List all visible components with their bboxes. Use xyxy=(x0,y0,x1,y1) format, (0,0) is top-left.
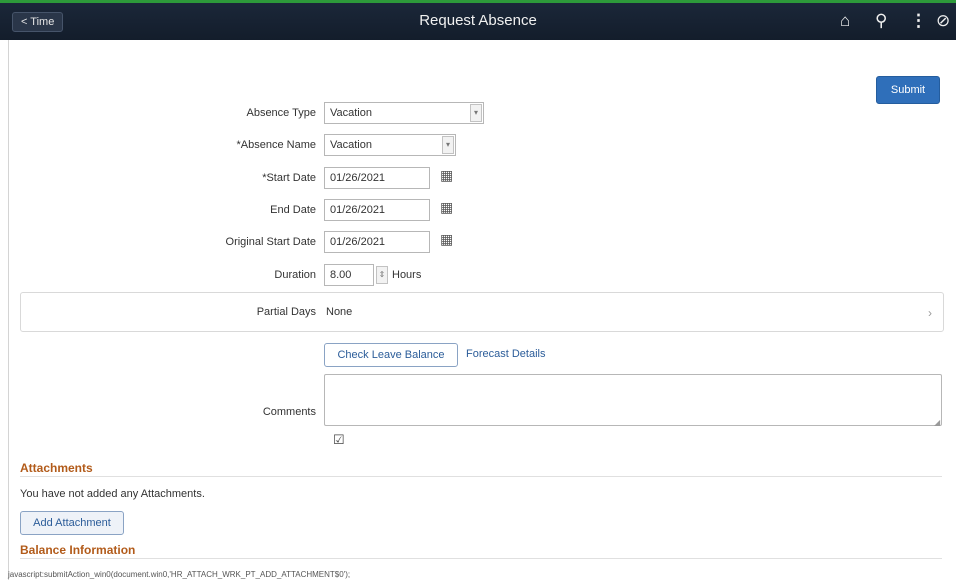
comments-label: Comments xyxy=(262,406,316,418)
balance-section-title: Balance Information xyxy=(20,543,136,557)
submit-button[interactable]: Submit xyxy=(876,76,940,104)
attachments-empty-message: You have not added any Attachments. xyxy=(20,488,205,500)
duration-label: Duration xyxy=(274,269,316,281)
actions-menu-icon[interactable]: ⋮ xyxy=(910,12,927,30)
check-leave-balance-button[interactable]: Check Leave Balance xyxy=(324,343,458,367)
resize-grip-icon[interactable]: ◢ xyxy=(934,418,940,427)
forecast-details-link[interactable]: Forecast Details xyxy=(466,348,545,360)
status-bar-text: javascript:submitAction_win0(document.wi… xyxy=(8,570,351,579)
absence-type-select[interactable]: Vacation xyxy=(324,102,484,124)
start-date-label: *Start Date xyxy=(262,172,316,184)
navbar-icon[interactable]: ⊘ xyxy=(936,12,950,30)
absence-name-label: *Absence Name xyxy=(236,139,317,151)
calendar-icon[interactable]: ▦ xyxy=(440,231,453,248)
original-start-date-input[interactable]: 01/26/2021 xyxy=(324,231,430,253)
stepper-icon[interactable]: ⇕ xyxy=(376,266,388,284)
chevron-down-icon[interactable]: ▾ xyxy=(470,104,482,122)
calendar-icon[interactable]: ▦ xyxy=(440,167,453,184)
partial-days-value: None xyxy=(326,306,353,318)
original-start-date-label: Original Start Date xyxy=(225,236,316,248)
home-icon[interactable]: ⌂ xyxy=(840,12,850,30)
add-attachment-button[interactable]: Add Attachment xyxy=(20,511,124,535)
absence-type-value: Vacation xyxy=(330,107,372,119)
chevron-down-icon[interactable]: ▾ xyxy=(442,136,454,154)
duration-input[interactable]: 8.00 xyxy=(324,264,374,286)
end-date-label: End Date xyxy=(270,204,316,216)
divider xyxy=(20,558,942,559)
absence-name-value: Vacation xyxy=(330,139,372,151)
divider xyxy=(20,476,942,477)
comments-textarea[interactable] xyxy=(324,374,942,426)
end-date-input[interactable]: 01/26/2021 xyxy=(324,199,430,221)
partial-days-label: Partial Days xyxy=(256,306,316,318)
attachments-section-title: Attachments xyxy=(20,461,93,475)
start-date-input[interactable]: 01/26/2021 xyxy=(324,167,430,189)
search-icon[interactable]: ⚲ xyxy=(875,12,887,30)
absence-type-label: Absence Type xyxy=(246,107,316,119)
chevron-right-icon[interactable]: › xyxy=(928,306,932,320)
duration-unit: Hours xyxy=(392,269,422,281)
spell-check-icon[interactable]: ☑ xyxy=(333,432,345,448)
top-banner: < Time Request Absence ⌂ ⚲ ⋮ ⊘ xyxy=(0,0,956,40)
calendar-icon[interactable]: ▦ xyxy=(440,199,453,216)
page-title: Request Absence xyxy=(419,12,537,29)
absence-name-select[interactable]: Vacation xyxy=(324,134,456,156)
